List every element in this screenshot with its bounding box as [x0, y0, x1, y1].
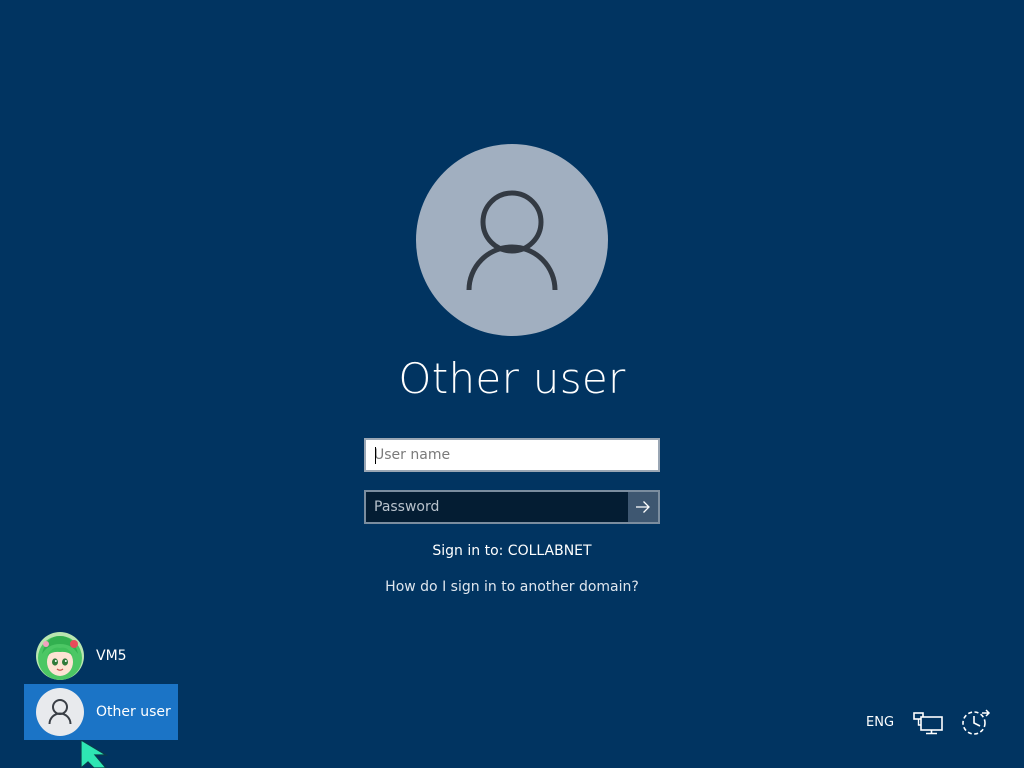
vm5-avatar-icon: [36, 632, 84, 680]
username-field-container: [364, 438, 660, 472]
username-input[interactable]: [366, 440, 658, 470]
user-list-item-other-user[interactable]: Other user: [24, 684, 178, 740]
network-button[interactable]: [911, 706, 945, 738]
user-list-item-vm5[interactable]: VM5: [24, 628, 178, 684]
sign-in-submit-button[interactable]: [628, 492, 658, 522]
user-avatar-large: [416, 144, 608, 336]
sign-in-screen: Other user Sign in to: COLLABNET How do …: [0, 0, 1024, 768]
network-icon: [913, 712, 943, 735]
text-caret: [375, 447, 376, 464]
power-button[interactable]: [958, 706, 992, 738]
password-field-container: [364, 490, 660, 524]
person-icon: [48, 699, 72, 725]
person-icon: [466, 190, 558, 291]
cursor-arrow-icon: [80, 738, 109, 768]
user-list-label-vm5: VM5: [96, 648, 127, 664]
user-display-name: Other user: [398, 354, 626, 403]
anime-character-avatar: [36, 632, 84, 680]
password-input[interactable]: [366, 492, 628, 522]
power-icon: [962, 709, 991, 735]
language-indicator[interactable]: ENG: [866, 706, 894, 738]
mouse-cursor-icon: [80, 738, 110, 768]
user-avatar-small: [36, 688, 84, 736]
another-domain-help-link[interactable]: How do I sign in to another domain?: [312, 579, 712, 595]
sign-in-domain-label: Sign in to: COLLABNET: [432, 543, 592, 559]
arrow-right-icon: [636, 501, 650, 513]
user-list-label-other-user: Other user: [96, 704, 171, 720]
